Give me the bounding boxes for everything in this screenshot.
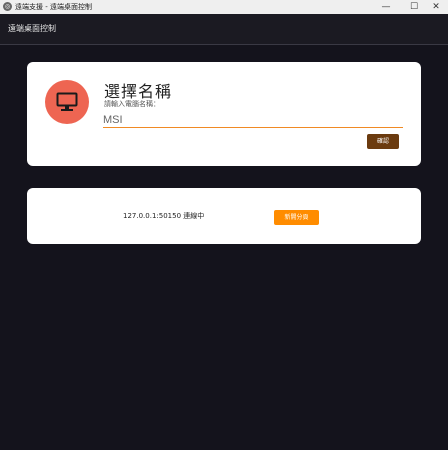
computer-avatar — [45, 80, 89, 124]
close-button[interactable]: ✕ — [424, 0, 448, 14]
new-connection-button[interactable]: 新開分頁 — [274, 210, 319, 225]
computer-name-input[interactable] — [103, 113, 403, 128]
connection-card: 127.0.0.1:50150 連線中 新開分頁 — [27, 188, 421, 244]
app-bar: 遠端桌面控制 — [0, 14, 448, 45]
maximize-button[interactable]: ☐ — [402, 0, 426, 14]
window-title: 遠端支援 - 遠端桌面控制 — [15, 3, 92, 11]
confirm-button[interactable]: 確認 — [367, 134, 399, 149]
monitor-icon — [56, 92, 78, 111]
app-icon: ◎ — [3, 2, 12, 11]
window-titlebar: ◎ 遠端支援 - 遠端桌面控制 — ☐ ✕ — [0, 0, 448, 14]
minimize-button[interactable]: — — [374, 0, 398, 14]
app-title: 遠端桌面控制 — [8, 24, 56, 33]
name-card: 選擇名稱 請輸入電腦名稱： 確認 — [27, 62, 421, 166]
input-prompt: 請輸入電腦名稱： — [104, 100, 160, 108]
connection-status: 127.0.0.1:50150 連線中 — [123, 212, 205, 220]
